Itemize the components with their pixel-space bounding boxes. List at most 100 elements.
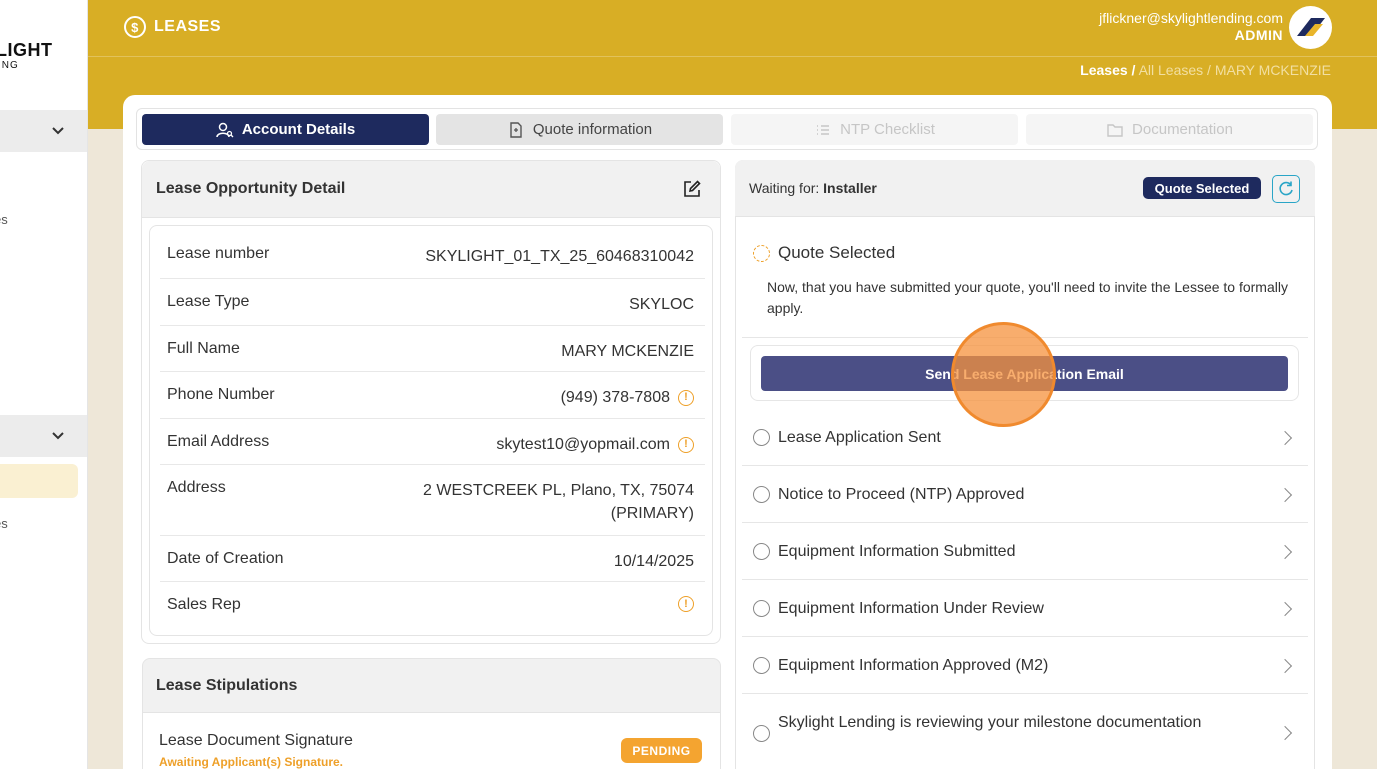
sidebar-item-label[interactable]: es	[0, 212, 8, 227]
row-value: SKYLIGHT_01_TX_25_60468310042	[425, 245, 694, 268]
step-circle-icon	[753, 725, 770, 742]
breadcrumb-root[interactable]: Leases /	[1080, 62, 1135, 78]
folder-icon	[1107, 123, 1123, 137]
step-label: Equipment Information Submitted	[778, 543, 1016, 560]
tab-label: NTP Checklist	[840, 121, 935, 138]
row-value: MARY MCKENZIE	[561, 340, 694, 363]
sidebar: LIGHT ING es l es l r	[0, 0, 88, 769]
table-row: Full Name MARY MCKENZIE	[160, 326, 705, 372]
tab-label: Quote information	[532, 121, 653, 138]
waiting-value: Installer	[823, 180, 877, 196]
row-label: Email Address	[167, 433, 270, 450]
row-label: Lease number	[167, 245, 270, 262]
stipulation-item-title: Lease Document Signature	[159, 732, 353, 749]
stipulation-item-status: Awaiting Applicant(s) Signature.	[159, 755, 344, 769]
step-label: Notice to Proceed (NTP) Approved	[778, 486, 1025, 503]
in-progress-icon	[753, 245, 770, 262]
row-label: Sales Rep	[167, 596, 241, 613]
step-item[interactable]: Notice to Proceed (NTP) Approved	[742, 466, 1308, 523]
dollar-icon: $	[124, 16, 146, 38]
row-label: Phone Number	[167, 386, 275, 403]
status-badge: PENDING	[621, 738, 702, 763]
tab-label: Account Details	[241, 121, 356, 138]
email-value: skytest10@yopmail.com	[496, 436, 670, 453]
status-badge: Quote Selected	[1143, 177, 1261, 199]
sidebar-section-toggle[interactable]	[0, 415, 87, 457]
lease-number-value: SKYLIGHT_01_TX_25_60468310042	[425, 248, 694, 265]
row-label: Lease Type	[167, 293, 250, 310]
row-value: SKYLOC	[629, 293, 694, 316]
breadcrumb: Leases / All Leases / MARY MCKENZIE	[1080, 62, 1331, 78]
brand-logo-icon	[1297, 18, 1325, 36]
current-step-description: Now, that you have submitted your quote,…	[767, 279, 1288, 316]
step-circle-icon	[753, 543, 770, 560]
table-row: Email Address skytest10@yopmail.com!	[160, 419, 705, 465]
waiting-label: Waiting for:	[749, 180, 820, 196]
step-item[interactable]: Lease Application Sent	[742, 409, 1308, 466]
chevron-down-icon	[52, 432, 64, 440]
document-icon	[510, 121, 522, 138]
step-label: Skylight Lending is reviewing your miles…	[778, 714, 1202, 731]
tab-ntp-checklist[interactable]: NTP Checklist	[731, 114, 1018, 145]
address-value: 2 WESTCREEK PL, Plano, TX, 75074	[423, 482, 694, 499]
edit-icon[interactable]	[682, 179, 702, 199]
app-title: $ LEASES	[124, 16, 221, 38]
row-value: 2 WESTCREEK PL, Plano, TX, 75074 (PRIMAR…	[423, 479, 694, 525]
row-value: skytest10@yopmail.com!	[496, 433, 694, 456]
refresh-icon	[1279, 181, 1293, 196]
table-row: Lease Type SKYLOC	[160, 279, 705, 326]
warning-icon[interactable]: !	[678, 596, 694, 612]
sidebar-item-label[interactable]: es	[0, 516, 8, 531]
row-value: (949) 378-7808!	[561, 386, 694, 409]
row-value: 10/14/2025	[614, 550, 694, 573]
logo-subtext: ING	[0, 60, 19, 71]
chevron-right-icon	[1277, 430, 1293, 446]
user-role: ADMIN	[1234, 27, 1283, 43]
date-of-creation-value: 10/14/2025	[613, 553, 694, 570]
step-label: Equipment Information Approved (M2)	[778, 657, 1049, 674]
full-name-value: MARY MCKENZIE	[561, 343, 694, 360]
row-label: Full Name	[167, 340, 240, 357]
table-row: Lease number SKYLIGHT_01_TX_25_604683100…	[160, 231, 705, 279]
step-label: Lease Application Sent	[778, 429, 941, 446]
warning-icon[interactable]: !	[678, 436, 694, 453]
tab-account-details[interactable]: Account Details	[142, 114, 429, 145]
warning-icon[interactable]: !	[678, 389, 694, 406]
tab-quote-information[interactable]: Quote information	[436, 114, 723, 145]
tab-documentation[interactable]: Documentation	[1026, 114, 1313, 145]
row-label: Date of Creation	[167, 550, 284, 567]
chevron-right-icon	[1277, 658, 1293, 674]
step-circle-icon	[753, 657, 770, 674]
address-type-value: (PRIMARY)	[610, 505, 694, 522]
header-divider	[88, 56, 1377, 57]
table-row: Phone Number (949) 378-7808!	[160, 372, 705, 419]
breadcrumb-rest[interactable]: All Leases / MARY MCKENZIE	[1139, 62, 1331, 78]
chevron-right-icon	[1277, 487, 1293, 503]
step-item[interactable]: Equipment Information Submitted	[742, 523, 1308, 580]
step-label: Equipment Information Under Review	[778, 600, 1044, 617]
avatar[interactable]	[1289, 6, 1332, 49]
chevron-down-icon	[52, 127, 64, 135]
table-row: Sales Rep !	[160, 582, 705, 628]
step-circle-icon	[753, 429, 770, 446]
chevron-right-icon	[1277, 725, 1293, 741]
step-item[interactable]: Skylight Lending is reviewing your miles…	[742, 694, 1308, 769]
sidebar-item-active[interactable]	[0, 464, 78, 498]
refresh-button[interactable]	[1272, 175, 1300, 203]
logo-text: LIGHT	[0, 40, 53, 60]
step-item[interactable]: Equipment Information Approved (M2)	[742, 637, 1308, 694]
table-row: Date of Creation 10/14/2025	[160, 536, 705, 582]
stipulations-header: Lease Stipulations	[142, 658, 721, 713]
list-icon	[817, 124, 830, 135]
table-row: Address 2 WESTCREEK PL, Plano, TX, 75074…	[160, 465, 705, 536]
chevron-right-icon	[1277, 601, 1293, 617]
step-circle-icon	[753, 600, 770, 617]
lease-detail-title: Lease Opportunity Detail	[156, 180, 346, 197]
step-item[interactable]: Equipment Information Under Review	[742, 580, 1308, 637]
step-circle-icon	[753, 486, 770, 503]
row-label: Address	[167, 479, 226, 496]
current-step-title: Quote Selected	[778, 243, 896, 262]
sidebar-section-toggle[interactable]	[0, 110, 87, 152]
user-email: jflickner@skylightlending.com	[1099, 10, 1283, 26]
chevron-right-icon	[1277, 544, 1293, 560]
